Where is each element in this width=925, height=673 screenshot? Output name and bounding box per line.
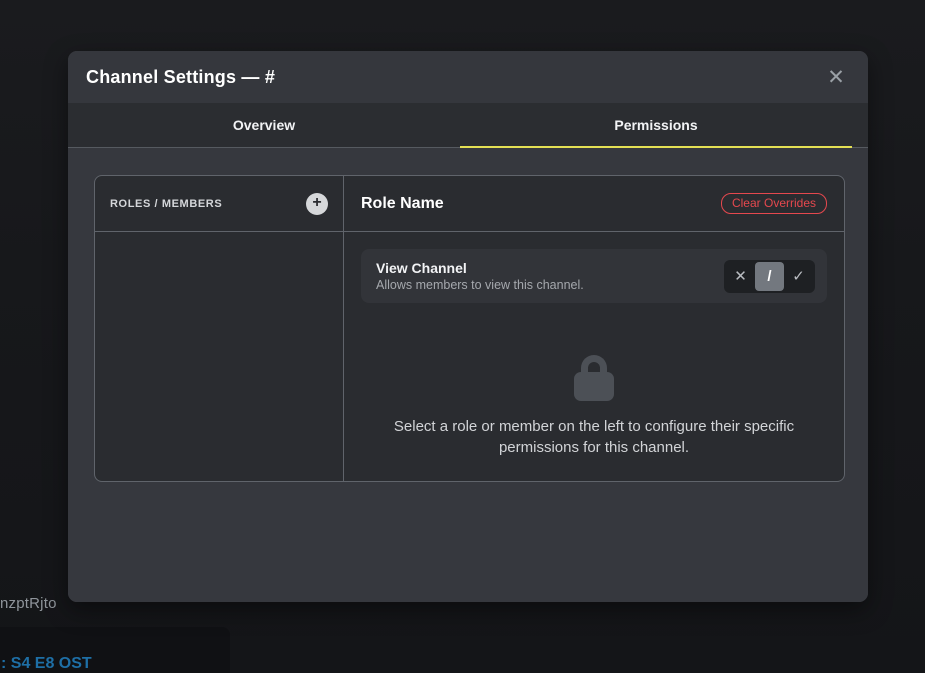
channel-settings-modal: Channel Settings — # ✕ Overview Permissi… — [68, 51, 868, 602]
tab-permissions[interactable]: Permissions — [460, 103, 852, 147]
role-permissions-content: View Channel Allows members to view this… — [344, 232, 844, 481]
background-partial-text: nzptRjto — [0, 595, 57, 612]
permission-text: View Channel Allows members to view this… — [376, 260, 584, 293]
close-icon[interactable]: ✕ — [822, 63, 850, 91]
permission-description: Allows members to view this channel. — [376, 278, 584, 293]
roles-members-list[interactable] — [95, 232, 343, 481]
tab-permissions-label: Permissions — [614, 117, 697, 133]
add-role-button[interactable]: + — [306, 193, 328, 215]
role-permissions-header: Role Name Clear Overrides — [344, 176, 844, 232]
permission-name: View Channel — [376, 260, 584, 277]
empty-state-message: Select a role or member on the left to c… — [374, 416, 814, 458]
deny-x-icon: ✕ — [734, 267, 747, 285]
background-link-text[interactable]: : S4 E8 OST — [1, 655, 92, 673]
passthrough-toggle-button[interactable]: / — [755, 262, 784, 291]
clear-overrides-button[interactable]: Clear Overrides — [721, 193, 827, 214]
modal-title: Channel Settings — # — [86, 67, 275, 88]
tab-overview-label: Overview — [233, 117, 295, 133]
roles-members-label: ROLES / MEMBERS — [110, 198, 222, 210]
tab-overview[interactable]: Overview — [68, 103, 460, 147]
lock-icon — [574, 355, 614, 401]
empty-state: Select a role or member on the left to c… — [344, 355, 844, 458]
role-name-heading: Role Name — [361, 195, 444, 213]
modal-titlebar: Channel Settings — # ✕ — [68, 51, 868, 103]
deny-toggle-button[interactable]: ✕ — [726, 262, 755, 291]
plus-icon: + — [312, 195, 321, 211]
role-permissions-panel: Role Name Clear Overrides View Channel A… — [344, 176, 844, 481]
permissions-panels: ROLES / MEMBERS + Role Name Clear Overri… — [94, 175, 845, 482]
lock-body — [574, 372, 614, 401]
permission-row-view-channel: View Channel Allows members to view this… — [361, 249, 827, 303]
roles-members-header: ROLES / MEMBERS + — [95, 176, 343, 232]
allow-toggle-button[interactable]: ✓ — [784, 262, 813, 291]
check-icon: ✓ — [792, 267, 805, 285]
roles-members-panel: ROLES / MEMBERS + — [95, 176, 344, 481]
modal-body: ROLES / MEMBERS + Role Name Clear Overri… — [68, 148, 868, 602]
tab-bar: Overview Permissions — [68, 103, 868, 148]
permission-toggle-group: ✕ / ✓ — [724, 260, 815, 293]
slash-icon: / — [767, 268, 771, 285]
